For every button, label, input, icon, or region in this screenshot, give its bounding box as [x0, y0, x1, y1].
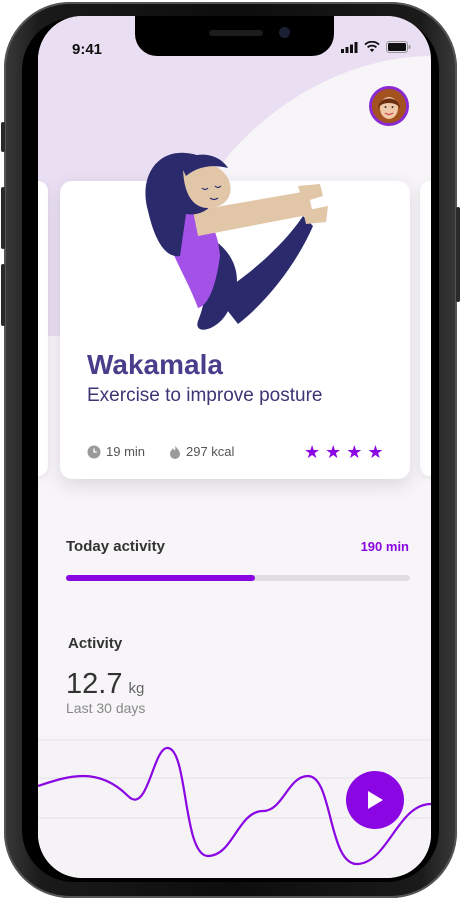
- power-button: [456, 207, 460, 302]
- activity-progress-fill: [66, 575, 256, 581]
- exercise-title: Wakamala: [87, 349, 223, 380]
- front-camera: [279, 27, 290, 38]
- rating-stars: ★ ★ ★ ★: [304, 443, 384, 461]
- calories-text: 297 kcal: [186, 444, 235, 459]
- activity-weight-unit: kg: [128, 680, 145, 697]
- play-button[interactable]: [346, 771, 404, 829]
- screen: 9:41 Wakamala Exercise to improve postur…: [38, 16, 431, 878]
- status-time: 9:41: [72, 41, 103, 58]
- star-icon: ★: [346, 442, 363, 462]
- exercise-subtitle: Exercise to improve posture: [87, 385, 323, 406]
- status-icons: [341, 41, 411, 53]
- volume-down-button: [1, 264, 5, 326]
- user-avatar[interactable]: [369, 86, 409, 126]
- activity-progress-track: [66, 575, 410, 581]
- star-icon: ★: [304, 442, 321, 462]
- star-icon: ★: [367, 442, 384, 462]
- clock-icon: [87, 445, 101, 458]
- play-icon: [368, 791, 383, 809]
- yoga-illustration: [145, 152, 328, 330]
- previous-card-peek[interactable]: [38, 181, 48, 476]
- mute-switch: [1, 122, 5, 152]
- today-activity-value: 190 min: [360, 539, 409, 554]
- duration-text: 19 min: [106, 444, 146, 459]
- volume-up-button: [1, 187, 5, 249]
- activity-period: Last 30 days: [66, 700, 146, 716]
- activity-weight: 12.7 kg: [66, 668, 144, 701]
- activity-section-title: Activity: [68, 635, 123, 652]
- avatar-image: [372, 89, 406, 123]
- duration-meta: 19 min: [87, 444, 145, 459]
- wifi-icon: [364, 41, 380, 52]
- speaker: [209, 30, 263, 36]
- signal-icon: [341, 41, 358, 53]
- flame-icon: [170, 444, 180, 459]
- battery-icon: [386, 41, 411, 53]
- today-activity-label: Today activity: [66, 538, 165, 555]
- calories-meta: 297 kcal: [169, 444, 234, 459]
- activity-weight-value: 12.7: [66, 668, 123, 700]
- star-icon: ★: [325, 442, 342, 462]
- next-card-peek[interactable]: [420, 181, 431, 476]
- notch: [135, 16, 334, 56]
